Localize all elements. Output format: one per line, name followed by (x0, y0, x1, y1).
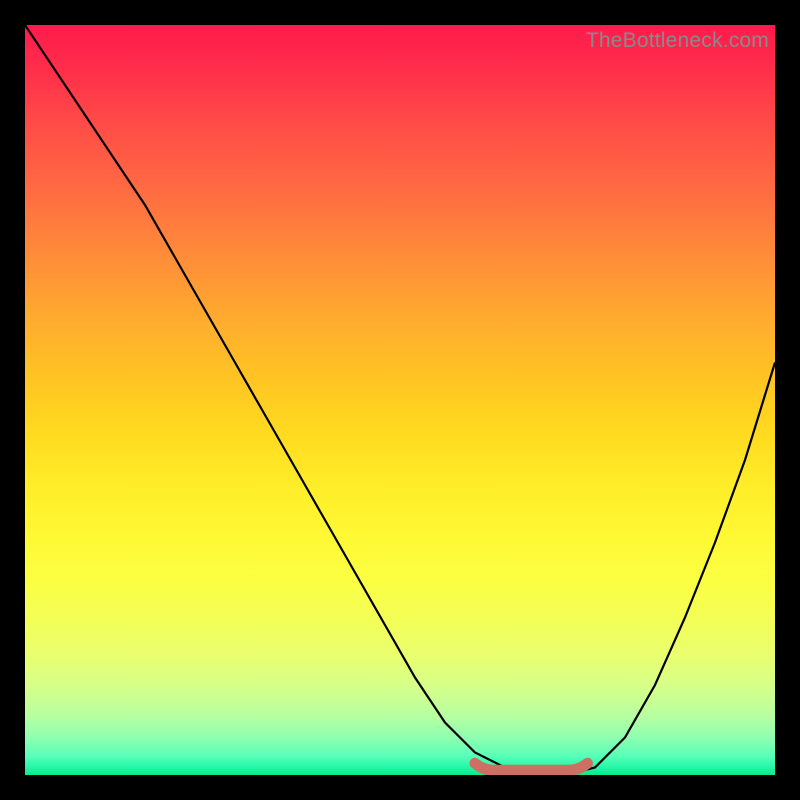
chart-frame: TheBottleneck.com (0, 0, 800, 800)
bottleneck-curve (25, 25, 775, 775)
optimal-range-marker (475, 763, 588, 770)
chart-svg (25, 25, 775, 775)
plot-area: TheBottleneck.com (25, 25, 775, 775)
